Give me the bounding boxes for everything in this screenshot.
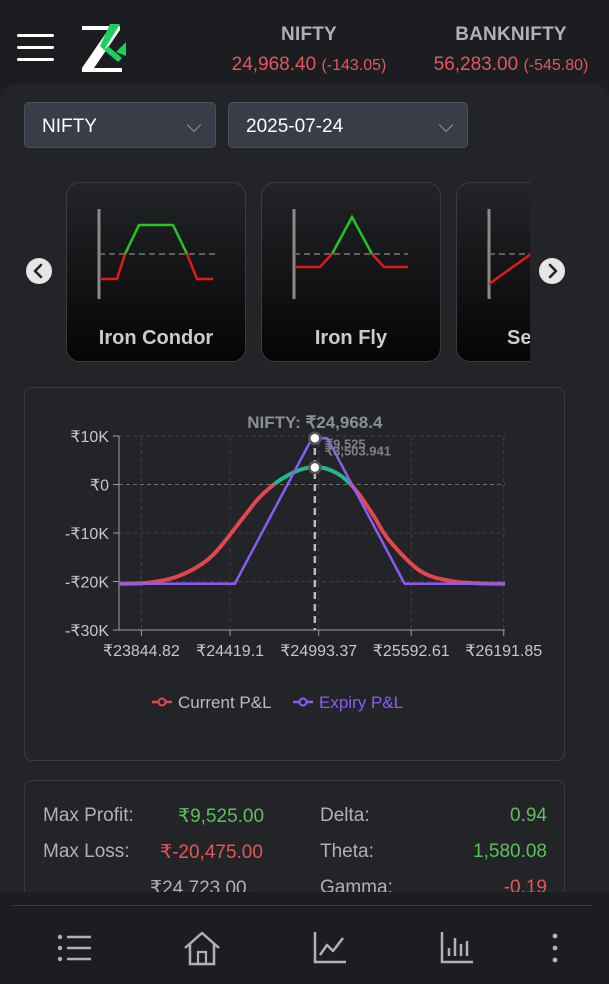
max-profit-label: Max Profit: [43,805,134,826]
chevron-left-icon [33,263,43,279]
x-tick-label: ₹24993.37 [280,643,357,660]
home-icon[interactable] [183,930,221,966]
current-pnl-marker [308,460,322,475]
expiry-select[interactable]: 2025-07-24 [228,102,468,148]
legend-label: Expiry P&L [319,693,403,712]
ticker-name: BANKNIFTY [455,24,567,45]
expiry-pnl-marker [308,431,322,446]
legend-label: Current P&L [178,693,272,712]
banknifty-ticker[interactable]: BANKNIFTY 56,283.00 (-545.80) [424,24,598,76]
legend-swatch-dot [157,697,167,707]
bar-chart-icon[interactable] [439,930,475,966]
y-tick-label: ₹0 [90,478,109,495]
ticker-change: (-545.80) [523,57,589,74]
max-loss-value: ₹-20,475.00 [160,842,263,863]
line-chart-icon[interactable] [312,930,348,966]
expiry-pnl-line [119,437,505,586]
strategy-carousel[interactable]: Iron Condor Iron Fly Se [66,182,530,362]
y-tick-label: ₹10K [70,429,109,446]
ticker-price: 24,968.40 [231,54,317,75]
chevron-down-icon [438,117,454,133]
strategy-stats: Max Profit: ₹9,525.00 Max Loss: ₹-20,475… [24,780,565,904]
current-marker-label: ₹3,503.941 [325,443,391,458]
strategy-label: Se [507,327,530,349]
spot-annotation: NIFTY: ₹24,968.4 [247,413,383,432]
x-tick-label: ₹26191.85 [465,643,542,660]
strategy-label: Iron Fly [314,327,388,349]
strategy-card-iron-condor[interactable]: Iron Condor [66,182,246,362]
strategy-card-iron-fly[interactable]: Iron Fly [261,182,441,362]
ticker-change: (-143.05) [321,57,387,74]
ticker-price: 56,283.00 [433,54,519,75]
theta-value: 1,580.08 [473,841,547,862]
more-vertical-icon[interactable] [546,930,564,966]
strategy-card-spread[interactable]: Se [456,182,530,362]
delta-label: Delta: [320,805,370,826]
y-tick-label: -₹10K [65,526,109,543]
y-tick-label: -₹30K [65,623,109,640]
max-profit-value: ₹9,525.00 [178,806,265,827]
legend-swatch-dot [298,697,308,707]
chevron-down-icon [186,117,202,133]
app-header: NIFTY 24,968.40 (-143.05) BANKNIFTY 56,2… [0,0,609,88]
menu-icon[interactable] [17,34,54,62]
payoff-chart-card: ₹10K ₹0 -₹10K -₹20K -₹30K ₹23844.82 ₹24419.1 ₹2… [24,387,565,761]
x-tick-label: ₹23844.82 [103,643,180,660]
max-loss-label: Max Loss: [43,841,130,862]
carousel-next-button[interactable] [539,258,565,284]
nifty-ticker[interactable]: NIFTY 24,968.40 (-143.05) [222,24,396,76]
theta-label: Theta: [320,841,374,862]
x-tick-label: ₹25592.61 [373,643,450,660]
strategy-label: Iron Condor [98,327,214,349]
nav-divider [12,905,592,906]
app-logo[interactable] [80,22,126,74]
delta-value: 0.94 [510,805,547,826]
chevron-right-icon [548,263,558,279]
expiry-select-value: 2025-07-24 [246,116,344,137]
symbol-select-value: NIFTY [42,116,97,137]
symbol-select[interactable]: NIFTY [24,102,216,148]
payoff-chart[interactable]: ₹10K ₹0 -₹10K -₹20K -₹30K ₹23844.82 ₹24419.1 ₹2… [25,388,564,760]
list-icon[interactable] [56,930,94,966]
x-tick-label: ₹24419.1 [196,643,264,660]
ticker-name: NIFTY [281,24,337,45]
y-tick-label: -₹20K [65,575,109,592]
carousel-prev-button[interactable] [26,258,52,284]
